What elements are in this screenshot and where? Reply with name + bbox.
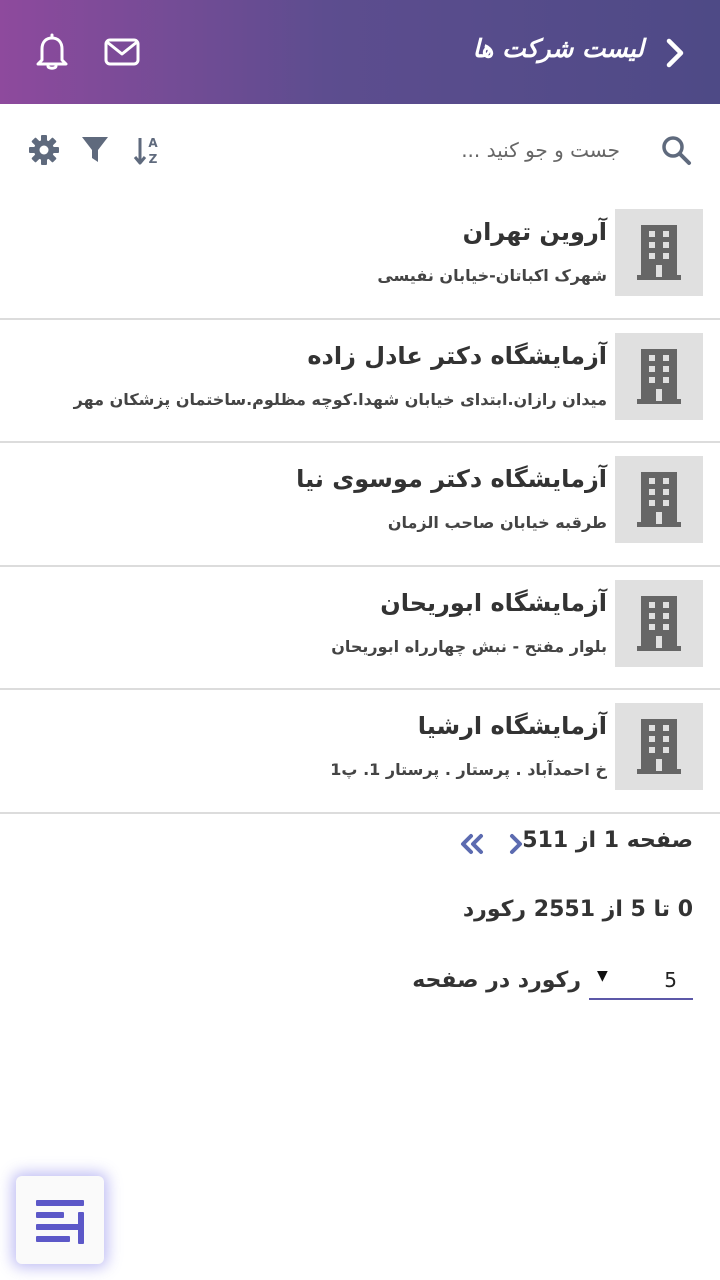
company-address: میدان رازان.ابتدای خیابان شهدا.کوچه مظلو… (73, 389, 607, 409)
chevron-right-icon[interactable] (660, 36, 690, 70)
search-icon[interactable] (660, 134, 692, 166)
svg-text:Z: Z (149, 152, 158, 166)
app-header: لیست شرکت ها (0, 0, 720, 104)
company-address: بلوار مفتح - نبش چهارراه ابوریحان (331, 636, 607, 656)
last-page-icon[interactable] (455, 830, 487, 858)
company-name: آزمایشگاه دکتر عادل زاده (307, 341, 607, 370)
list-item[interactable]: آزمایشگاه ابوریحان بلوار مفتح - نبش چهار… (0, 567, 720, 690)
sort-az-icon[interactable]: A Z (132, 134, 162, 168)
company-address: شهرک اکباتان-خیابان نفیسی (377, 266, 607, 285)
page-label: صفحه 1 از 511 (522, 828, 693, 853)
company-name: آزمایشگاه ابوریحان (380, 588, 607, 617)
gear-icon[interactable] (28, 134, 60, 166)
company-name: آزمایشگاه دکتر موسوی نیا (296, 465, 607, 493)
page-title: لیست شرکت ها (472, 34, 644, 63)
building-icon (637, 719, 681, 774)
building-icon (637, 595, 681, 651)
company-name: آزمایشگاه ارشیا (417, 712, 607, 740)
company-list: آروین تهران شهرک اکباتان-خیابان نفیسی آز… (0, 196, 720, 814)
search-input[interactable] (320, 132, 620, 168)
building-icon (637, 348, 681, 404)
menu-icon (36, 1200, 84, 1244)
search-toolbar: A Z (0, 104, 720, 196)
pagination: صفحه 1 از 511 (393, 826, 693, 862)
per-page-control: 5 ▼ رکورد در صفحه (393, 962, 693, 1002)
list-item[interactable]: آزمایشگاه ارشیا خ احمدآباد . پرستار . پر… (0, 690, 720, 814)
records-summary: 0 تا 5 از 2551 رکورد (462, 897, 693, 922)
menu-fab-button[interactable] (16, 1176, 104, 1264)
list-item[interactable]: آزمایشگاه دکتر موسوی نیا طرقبه خیابان صا… (0, 443, 720, 567)
list-item[interactable]: آروین تهران شهرک اکباتان-خیابان نفیسی (0, 196, 720, 320)
list-item[interactable]: آزمایشگاه دکتر عادل زاده میدان رازان.ابت… (0, 320, 720, 443)
company-thumbnail (615, 209, 703, 296)
per-page-value: 5 (664, 968, 677, 992)
bell-icon[interactable] (34, 33, 70, 71)
company-thumbnail (615, 456, 703, 543)
company-thumbnail (615, 332, 703, 420)
building-icon (637, 225, 681, 280)
company-thumbnail (615, 703, 703, 790)
dropdown-caret-icon: ▼ (597, 968, 608, 984)
company-address: طرقبه خیابان صاحب الزمان (387, 513, 607, 532)
filter-icon[interactable] (80, 134, 110, 166)
svg-text:A: A (148, 136, 158, 150)
next-page-icon[interactable] (505, 830, 527, 858)
company-address: خ احمدآباد . پرستار . پرستار 1. پ1 (330, 760, 607, 779)
company-thumbnail (615, 579, 703, 667)
per-page-label: رکورد در صفحه (412, 968, 581, 993)
mail-icon[interactable] (104, 36, 140, 68)
company-name: آروین تهران (462, 218, 607, 246)
per-page-select[interactable]: 5 ▼ (589, 962, 693, 1000)
building-icon (637, 472, 681, 527)
